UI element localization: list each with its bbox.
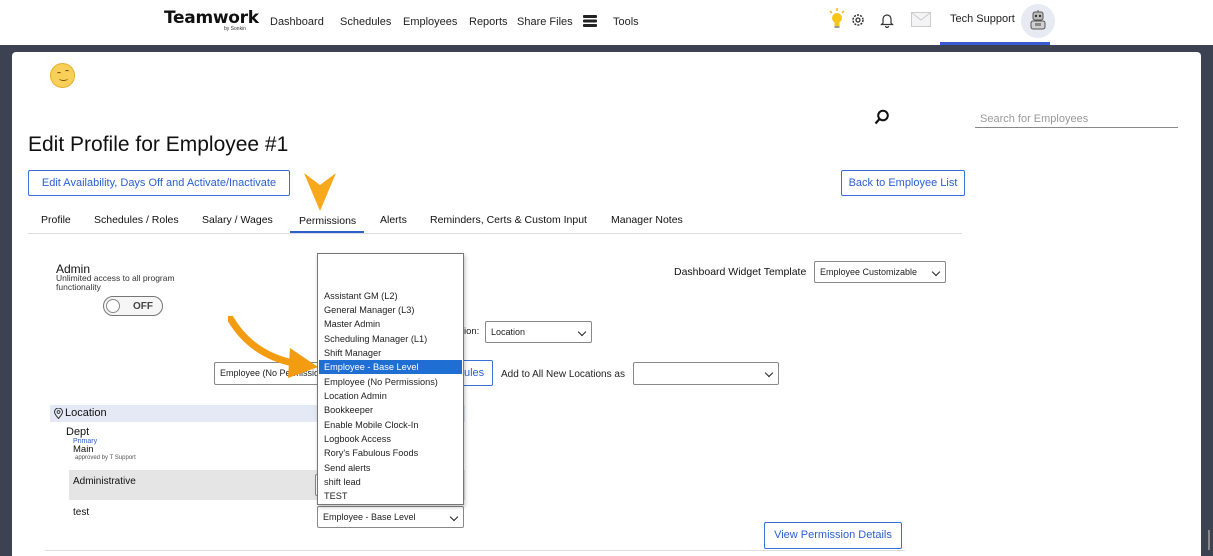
dashboard-widget-value: Employee Customizable (820, 267, 918, 277)
gear-icon[interactable] (851, 13, 865, 30)
test-role-select[interactable]: Employee - Base Level (317, 506, 464, 528)
approved-by-label: approved by T Support (75, 455, 136, 461)
tab-salary-wages[interactable]: Salary / Wages (202, 214, 273, 226)
mail-icon[interactable] (911, 12, 931, 30)
search-icon[interactable] (874, 109, 890, 128)
dropdown-option[interactable]: Employee (No Permissions) (319, 375, 462, 389)
dropdown-option[interactable]: TEST (319, 489, 462, 503)
nav-schedules[interactable]: Schedules (340, 16, 391, 28)
dropdown-option[interactable]: Bookkeeper (319, 403, 462, 417)
edit-availability-button[interactable]: Edit Availability, Days Off and Activate… (28, 170, 290, 196)
dropdown-option[interactable]: Assistant GM (L2) (319, 289, 462, 303)
dropdown-option[interactable]: General Manager (L3) (319, 303, 462, 317)
dropdown-option[interactable]: Enable Mobile Clock-In (319, 418, 462, 432)
test-role-value: Employee - Base Level (323, 512, 416, 522)
dropdown-option[interactable]: Shift Manager (319, 346, 462, 360)
profile-tabs: Profile Schedules / Roles Salary / Wages… (28, 210, 962, 234)
role-dropdown-list[interactable]: Assistant GM (L2) General Manager (L3) M… (317, 253, 464, 505)
user-name[interactable]: Tech Support (950, 13, 1015, 25)
apply-button-label: ules (464, 367, 485, 379)
bottom-divider (45, 550, 905, 551)
tab-alerts[interactable]: Alerts (380, 214, 407, 226)
dropdown-option[interactable]: Scheduling Manager (L1) (319, 332, 462, 346)
curved-arrow-annotation-icon (226, 314, 320, 385)
page-title: Edit Profile for Employee #1 (28, 133, 289, 156)
main-dept-label: Main (73, 444, 94, 455)
dropdown-option[interactable]: shift lead (319, 475, 462, 489)
dropdown-option[interactable]: Master Admin (319, 317, 462, 331)
view-permission-details-button[interactable]: View Permission Details (764, 522, 902, 549)
add-to-all-locations-label: Add to All New Locations as (501, 369, 625, 380)
admin-description: Unlimited access to all program function… (56, 273, 175, 292)
location-filter-select[interactable]: Location (485, 321, 592, 343)
employee-search-input[interactable] (975, 110, 1178, 128)
active-tab-indicator (290, 231, 364, 233)
nav-tools[interactable]: Tools (613, 16, 639, 28)
dropdown-option[interactable]: Logbook Access (319, 432, 462, 446)
tab-permissions[interactable]: Permissions (299, 215, 356, 227)
location-pin-icon (53, 407, 64, 422)
dropdown-option[interactable]: Rory's Fabulous Foods (319, 446, 462, 460)
lightbulb-icon[interactable] (829, 8, 845, 33)
logo-byline: by Sonkin (224, 26, 246, 32)
nav-employees[interactable]: Employees (403, 16, 457, 28)
row-label-test: test (73, 507, 90, 518)
back-to-employee-list-button[interactable]: Back to Employee List (841, 170, 965, 196)
toggle-state-label: OFF (133, 301, 153, 312)
dept-label: Dept (66, 426, 90, 438)
nav-share-files[interactable]: Share Files (517, 16, 573, 28)
tab-profile[interactable]: Profile (41, 214, 71, 226)
bell-icon[interactable] (880, 12, 894, 31)
nav-reports[interactable]: Reports (469, 16, 508, 28)
location-header-label: Location (65, 407, 107, 419)
tab-schedules-roles[interactable]: Schedules / Roles (94, 214, 179, 226)
tab-reminders-certs[interactable]: Reminders, Certs & Custom Input (430, 214, 587, 226)
dropdown-option[interactable]: Send alerts (319, 461, 462, 475)
top-navbar: Teamwork by Sonkin Dashboard Schedules E… (0, 0, 1213, 45)
scrollbar[interactable] (1208, 530, 1210, 550)
tab-manager-notes[interactable]: Manager Notes (611, 214, 683, 226)
row-label-administrative: Administrative (73, 476, 136, 487)
add-to-all-locations-select[interactable] (633, 362, 779, 385)
toggle-knob (106, 299, 120, 313)
dashboard-widget-select[interactable]: Employee Customizable (814, 261, 946, 283)
admin-toggle[interactable]: OFF (103, 296, 163, 316)
down-arrow-annotation-icon (304, 173, 336, 214)
location-filter-value: Location (491, 327, 526, 337)
robot-avatar-icon (1029, 10, 1047, 35)
hamburger-icon[interactable] (583, 15, 597, 30)
teamwork-logo[interactable]: Teamwork (164, 8, 259, 28)
smiley-emoji-icon[interactable] (50, 63, 75, 88)
location-filter-label: ion: (464, 326, 480, 337)
nav-dashboard[interactable]: Dashboard (270, 16, 324, 28)
dropdown-option-selected[interactable]: Employee - Base Level (319, 360, 462, 374)
dashboard-widget-label: Dashboard Widget Template (674, 266, 807, 278)
dropdown-option[interactable]: Location Admin (319, 389, 462, 403)
